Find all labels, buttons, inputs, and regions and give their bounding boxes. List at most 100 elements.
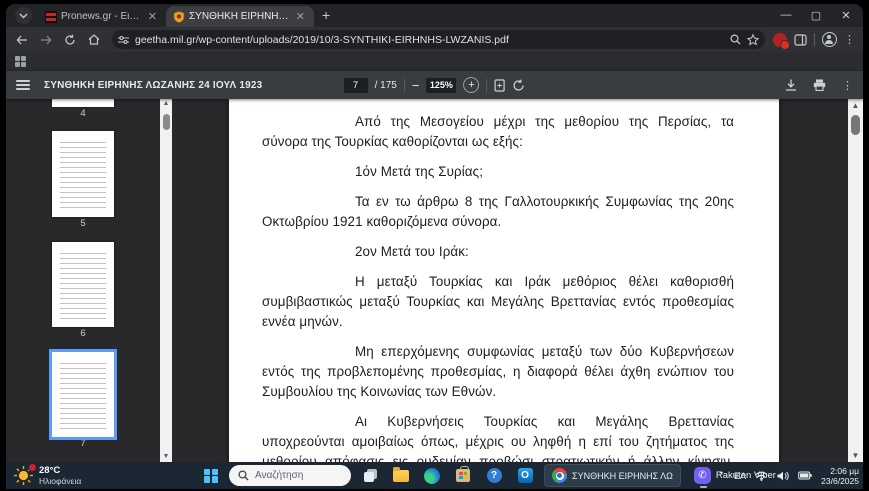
zoom-level-value[interactable]: 125% <box>426 78 456 93</box>
scroll-down-icon[interactable]: ▼ <box>160 452 172 462</box>
taskbar-search-box[interactable]: Αναζήτηση <box>229 465 351 486</box>
scroll-down-icon[interactable]: ▼ <box>848 449 863 462</box>
tab-strip: Pronews.gr - Ειδήσεις με αξία α ✕ ΣΥΝΘΗΚ… <box>6 4 863 27</box>
chrome-window-label: ΣΥΝΘΗΚΗ ΕΙΡΗΝΗΣ ΛΩ <box>572 471 673 481</box>
scrollbar-thumb[interactable] <box>851 115 860 135</box>
thumbnail-page-number: 5 <box>80 217 85 231</box>
edge-icon[interactable] <box>420 464 444 488</box>
zoom-out-button[interactable]: − <box>412 78 420 93</box>
pdf-viewer[interactable]: Από της Μεσογείου μέχρι της μεθορίου της… <box>172 99 863 462</box>
get-help-icon[interactable]: ? <box>482 464 506 488</box>
thumbnail-page-number: 4 <box>80 107 85 121</box>
reload-button[interactable] <box>60 30 80 50</box>
page-number-input[interactable]: 7 <box>344 78 368 93</box>
pdf-page-controls: 7 / 175 − 125% + <box>344 77 526 93</box>
apps-grid-icon[interactable] <box>15 56 26 67</box>
search-placeholder: Αναζήτηση <box>255 470 303 481</box>
page-thumbnail[interactable] <box>52 242 114 328</box>
tray-overflow-icon[interactable]: ⌃ <box>718 470 726 481</box>
pdf-content-area: 4567 ▲ ▼ Από της Μεσογείου μέχρι της μεθ… <box>6 99 863 462</box>
tab-search-button[interactable] <box>15 7 32 24</box>
window-controls: — ▢ ✕ <box>773 6 859 24</box>
minimize-button[interactable]: — <box>773 6 799 24</box>
volume-icon[interactable] <box>777 471 789 481</box>
url-text[interactable]: geetha.mil.gr/wp-content/uploads/2019/10… <box>135 34 724 46</box>
taskbar-clock[interactable]: 2:06 μμ 23/6/2025 <box>821 466 859 486</box>
side-panel-icon[interactable] <box>794 34 807 46</box>
pdf-thumbnail-sidebar: 4567 ▲ ▼ <box>6 99 172 462</box>
language-indicator[interactable]: ΕΛ <box>734 471 746 481</box>
forward-button[interactable] <box>36 30 56 50</box>
close-button[interactable]: ✕ <box>833 6 859 24</box>
weather-temp: 28°C <box>39 466 81 476</box>
thumbnail-list: 4567 <box>6 99 160 462</box>
tab-close-icon[interactable]: ✕ <box>294 10 307 23</box>
home-button[interactable] <box>84 30 104 50</box>
scroll-up-icon[interactable]: ▲ <box>848 99 863 112</box>
tab-pronews[interactable]: Pronews.gr - Ειδήσεις με αξία α ✕ <box>38 6 166 27</box>
tab-close-icon[interactable]: ✕ <box>146 10 159 23</box>
pdf-divider <box>486 79 487 92</box>
notification-badge <box>28 463 37 472</box>
pdf-toolbar: ΣΥΝΘΗΚΗ ΕΙΡΗΝΗΣ ΛΩΖΑΝΗΣ 24 ΙΟΥΛ 1923 7 /… <box>6 71 863 99</box>
scrollbar-thumb[interactable] <box>163 114 170 130</box>
download-icon[interactable] <box>785 79 797 91</box>
weather-condition: Ηλιοφάνεια <box>39 476 81 486</box>
document-paragraph: Από της Μεσογείου μέχρι της μεθορίου της… <box>262 112 734 152</box>
back-button[interactable] <box>12 30 32 50</box>
weather-widget[interactable]: 28°C Ηλιοφάνεια <box>14 466 81 486</box>
file-explorer-icon[interactable] <box>389 464 413 488</box>
document-paragraph: 1όν Μετά της Συρίας; <box>262 162 734 182</box>
battery-icon[interactable] <box>798 471 812 480</box>
sidebar-scrollbar[interactable]: ▲ ▼ <box>160 99 172 462</box>
running-indicator <box>700 486 707 488</box>
page-total-label: / 175 <box>375 80 397 91</box>
sun-icon <box>14 466 33 485</box>
browser-menu-icon[interactable]: ⋮ <box>844 33 855 46</box>
print-icon[interactable] <box>813 79 826 91</box>
search-icon <box>238 470 249 481</box>
profile-avatar[interactable] <box>822 32 837 47</box>
chrome-taskbar-button[interactable]: ΣΥΝΘΗΚΗ ΕΙΡΗΝΗΣ ΛΩ <box>544 464 681 487</box>
pdf-action-buttons: ⋮ <box>785 79 853 92</box>
page-thumbnail[interactable] <box>52 99 114 107</box>
bookmark-star-icon[interactable] <box>747 34 759 46</box>
tab-title: Pronews.gr - Ειδήσεις με αξία α <box>61 11 142 22</box>
outlook-icon[interactable]: O <box>513 464 537 488</box>
start-button[interactable] <box>200 465 222 487</box>
zoom-in-button[interactable]: + <box>463 77 479 93</box>
desktop-screen: Pronews.gr - Ειδήσεις με αξία α ✕ ΣΥΝΘΗΚ… <box>0 0 869 491</box>
microsoft-store-icon[interactable] <box>451 464 475 488</box>
clock-time: 2:06 μμ <box>821 466 859 476</box>
scroll-up-icon[interactable]: ▲ <box>160 99 172 109</box>
rotate-icon[interactable] <box>512 79 525 92</box>
document-paragraph: Αι Κυβερνήσεις Τουρκίας και Μεγάλης Βρετ… <box>262 412 734 462</box>
page-thumbnail[interactable] <box>52 131 114 217</box>
chevron-down-icon <box>19 13 28 19</box>
clock-date: 23/6/2025 <box>821 476 859 486</box>
task-view-icon[interactable] <box>358 464 382 488</box>
windows-logo-icon <box>204 469 218 483</box>
pdf-more-options-icon[interactable]: ⋮ <box>842 79 853 92</box>
toolbar-extensions-area: ⋮ <box>773 32 857 47</box>
page-thumbnail[interactable] <box>52 352 114 438</box>
address-bar[interactable]: geetha.mil.gr/wp-content/uploads/2019/10… <box>112 30 765 49</box>
pronews-favicon-icon <box>45 11 57 23</box>
document-paragraph: Η μεταξύ Τουρκίας και Ιράκ μεθόριος θέλε… <box>262 272 734 332</box>
pdf-scrollbar[interactable]: ▲ ▼ <box>848 99 863 462</box>
extension-icon[interactable] <box>773 33 787 47</box>
shield-favicon-icon <box>173 11 185 23</box>
tab-pdf-active[interactable]: ΣΥΝΘΗΚΗ ΕΙΡΗΝΗΣ ΛΩΖΑΝΗ ✕ <box>166 6 314 27</box>
site-info-icon[interactable] <box>118 35 129 45</box>
chrome-icon <box>552 468 567 483</box>
document-paragraph: Τα εν τω άρθρω 8 της Γαλλοτουρκικής Συμφ… <box>262 192 734 232</box>
new-tab-button[interactable]: + <box>322 7 330 23</box>
fit-page-icon[interactable] <box>494 79 505 92</box>
document-paragraph: Μη επερχόμενης συμφωνίας μεταξύ των δύο … <box>262 342 734 402</box>
zoom-page-icon[interactable] <box>730 34 741 45</box>
toolbar-divider <box>814 33 815 46</box>
pdf-menu-icon[interactable] <box>16 80 30 90</box>
wifi-icon[interactable] <box>755 471 768 481</box>
system-tray: ⌃ ΕΛ 2:06 μμ 23/6/2025 <box>718 466 859 486</box>
maximize-button[interactable]: ▢ <box>803 6 829 24</box>
